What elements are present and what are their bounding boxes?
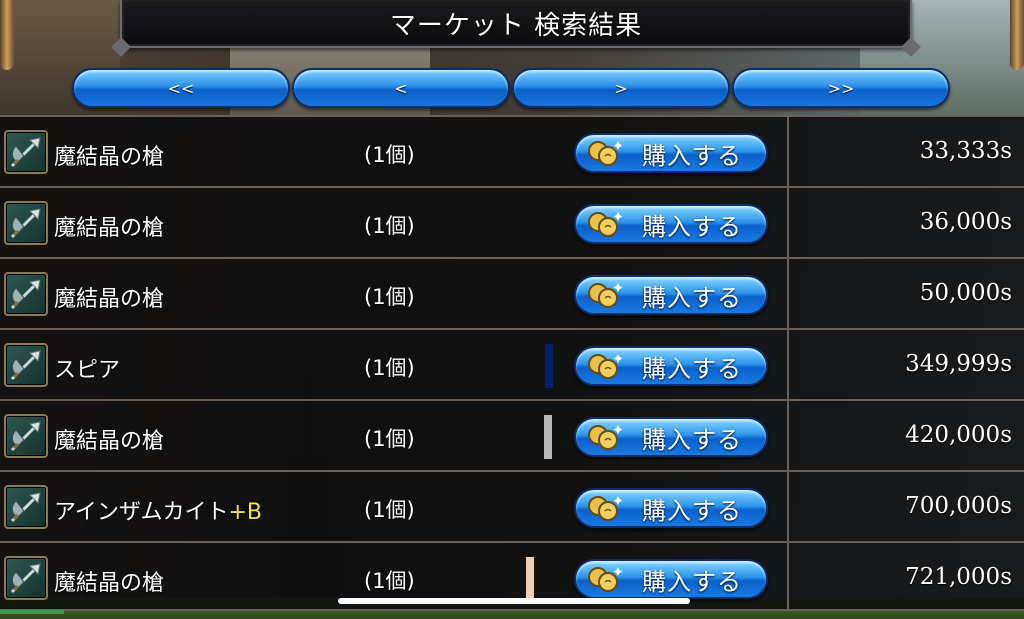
item-name: 魔結晶の槍 <box>54 281 164 313</box>
ornament-pillar-left <box>0 0 14 70</box>
buy-button[interactable]: 購入する <box>574 488 768 528</box>
item-name: 魔結晶の槍 <box>54 139 164 171</box>
buy-button[interactable]: 購入する <box>574 417 768 457</box>
item-name: 魔結晶の槍 <box>54 565 164 597</box>
spear-icon <box>4 414 48 458</box>
header-panel: マーケット 検索結果 <box>120 0 912 48</box>
next-page-button[interactable]: > <box>512 68 730 108</box>
item-price: 420,000s <box>905 422 1012 448</box>
column-divider <box>787 472 789 541</box>
column-divider <box>787 543 789 609</box>
item-name-text: 魔結晶の槍 <box>54 216 165 241</box>
item-name: 魔結晶の槍 <box>54 210 164 242</box>
buy-button-label: 購入する <box>642 567 742 596</box>
item-quantity: (1個) <box>364 427 415 451</box>
home-indicator[interactable] <box>338 598 690 604</box>
page-title: マーケット 検索結果 <box>389 10 643 41</box>
first-page-button[interactable]: << <box>72 68 290 108</box>
item-name-text: スピア <box>54 358 121 383</box>
spear-icon <box>4 343 48 387</box>
table-row: スピア (1個) 購入する 349,999s <box>0 328 1024 399</box>
spear-icon <box>4 201 48 245</box>
item-quantity: (1個) <box>364 214 415 238</box>
item-name: スピア <box>54 352 120 384</box>
buy-button-label: 購入する <box>642 212 742 241</box>
column-divider <box>787 117 789 186</box>
spear-icon <box>4 130 48 174</box>
coin-icon <box>586 280 624 310</box>
progress-strip <box>0 610 64 614</box>
item-marker <box>526 557 534 601</box>
pagination: << < > >> <box>72 68 950 108</box>
table-row: 魔結晶の槍 (1個) 購入する 33,333s <box>0 115 1024 186</box>
buy-button-label: 購入する <box>642 425 742 454</box>
prev-page-button[interactable]: < <box>292 68 510 108</box>
buy-button-label: 購入する <box>642 141 742 170</box>
spear-icon <box>4 272 48 316</box>
item-name-text: 魔結晶の槍 <box>54 571 165 596</box>
item-marker <box>545 344 553 388</box>
item-price: 349,999s <box>905 351 1012 377</box>
ornament-pillar-right <box>1010 0 1024 70</box>
spear-icon <box>4 556 48 600</box>
buy-button[interactable]: 購入する <box>574 346 768 386</box>
column-divider <box>787 401 789 470</box>
column-divider <box>787 188 789 257</box>
buy-button[interactable]: 購入する <box>574 204 768 244</box>
item-price: 721,000s <box>905 564 1012 590</box>
item-name: 魔結晶の槍 <box>54 423 164 455</box>
item-name-text: アインザムカイト <box>54 500 229 525</box>
column-divider <box>787 259 789 328</box>
item-price: 50,000s <box>919 280 1012 306</box>
last-page-button[interactable]: >> <box>732 68 950 108</box>
item-quantity: (1個) <box>364 143 415 167</box>
item-name-text: 魔結晶の槍 <box>54 429 165 454</box>
item-quantity: (1個) <box>364 498 415 522</box>
item-name-text: 魔結晶の槍 <box>54 145 165 170</box>
table-row: 魔結晶の槍 (1個) 購入する 50,000s <box>0 257 1024 328</box>
coin-icon <box>586 209 624 239</box>
buy-button[interactable]: 購入する <box>574 559 768 599</box>
item-suffix: +B <box>228 500 262 525</box>
buy-button[interactable]: 購入する <box>574 133 768 173</box>
column-divider <box>787 330 789 399</box>
buy-button-label: 購入する <box>642 283 742 312</box>
item-price: 33,333s <box>919 138 1012 164</box>
item-price: 700,000s <box>905 493 1012 519</box>
buy-button-label: 購入する <box>642 354 742 383</box>
table-row: アインザムカイト+B (1個) 購入する 700,000s <box>0 470 1024 541</box>
table-row: 魔結晶の槍 (1個) 購入する 36,000s <box>0 186 1024 257</box>
item-quantity: (1個) <box>364 569 415 593</box>
item-marker <box>544 415 552 459</box>
item-quantity: (1個) <box>364 356 415 380</box>
coin-icon <box>586 564 624 594</box>
table-row: 魔結晶の槍 (1個) 購入する 420,000s <box>0 399 1024 470</box>
buy-button[interactable]: 購入する <box>574 275 768 315</box>
coin-icon <box>586 493 624 523</box>
item-quantity: (1個) <box>364 285 415 309</box>
item-name-text: 魔結晶の槍 <box>54 287 165 312</box>
coin-icon <box>586 351 624 381</box>
coin-icon <box>586 138 624 168</box>
market-results-list: 魔結晶の槍 (1個) 購入する 33,333s 魔結晶の槍 (1個) 購入する 36,000s… <box>0 115 1024 611</box>
spear-icon <box>4 485 48 529</box>
coin-icon <box>586 422 624 452</box>
buy-button-label: 購入する <box>642 496 742 525</box>
item-name: アインザムカイト+B <box>54 494 262 526</box>
item-price: 36,000s <box>919 209 1012 235</box>
